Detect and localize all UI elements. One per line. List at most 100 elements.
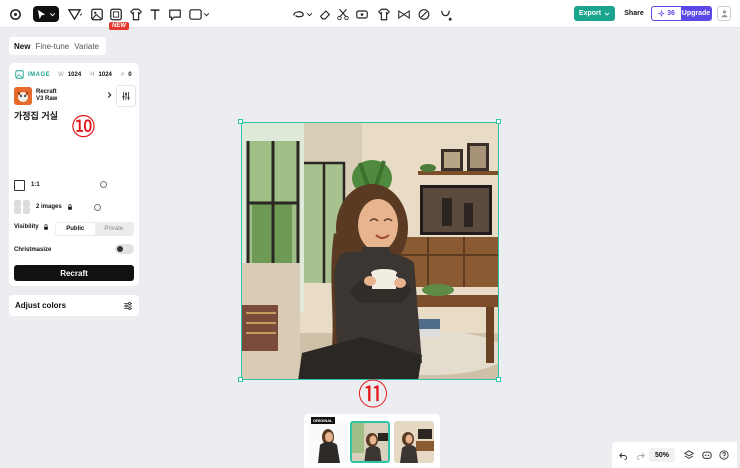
undo-button[interactable]	[617, 448, 629, 462]
sliders-icon	[123, 301, 133, 310]
model-name-line1: Recraft	[36, 89, 57, 95]
resize-handle-top-right[interactable]	[496, 119, 501, 124]
christmasize-label: Christmasize	[14, 247, 52, 253]
brush-icon	[418, 8, 430, 20]
community-button[interactable]	[701, 448, 713, 462]
home-icon[interactable]	[7, 0, 23, 28]
credits-counter[interactable]: 36	[652, 7, 681, 20]
pointer-icon	[37, 9, 46, 19]
tab-fine-tune[interactable]: Fine-tune	[35, 42, 69, 51]
image-count-value: 2 images	[36, 204, 62, 210]
frame-icon	[110, 8, 122, 20]
sliders-icon	[122, 91, 130, 101]
tab-variate[interactable]: Variate	[74, 42, 99, 51]
image-count-selector[interactable]: 2 images	[14, 200, 73, 214]
model-selector[interactable]: Recraft V3 Raw	[14, 85, 112, 107]
original-tag: ORIGINAL	[311, 417, 335, 424]
resize-handle-bottom-left[interactable]	[238, 377, 243, 382]
model-name-line2: V3 Raw	[36, 96, 58, 102]
seed-value[interactable]: 0	[128, 72, 131, 78]
comment-tool-button[interactable]	[168, 0, 182, 28]
height-value[interactable]: 1024	[99, 72, 112, 78]
adjust-colors-button[interactable]: Adjust colors	[9, 295, 139, 316]
layers-icon	[684, 450, 694, 459]
thumbnail-variation-1[interactable]	[350, 421, 390, 463]
thumbnail-original[interactable]	[308, 421, 348, 463]
scissors-tool-button[interactable]	[336, 0, 350, 28]
canvas-controls: 50%	[612, 442, 737, 468]
model-thumbnail	[14, 87, 32, 105]
help-icon	[719, 450, 729, 460]
tab-new[interactable]: New	[14, 42, 30, 51]
redo-button[interactable]	[634, 448, 646, 462]
aspect-square-icon	[14, 179, 25, 191]
help-button[interactable]	[718, 448, 730, 462]
frame-select-icon	[189, 8, 202, 20]
annotation-marker-10: ⑩	[70, 110, 97, 145]
seed-key: #	[120, 71, 125, 78]
user-icon	[721, 10, 727, 18]
export-button[interactable]: Export	[574, 6, 615, 21]
frame-tool-button[interactable]	[187, 0, 211, 28]
zoom-level[interactable]: 50%	[649, 448, 675, 462]
vectorize-tool-button[interactable]	[355, 0, 369, 28]
height-key: H	[90, 71, 95, 78]
text-tool-button[interactable]	[148, 0, 162, 28]
visibility-private-option[interactable]: Private	[95, 223, 134, 235]
scissors-icon	[337, 8, 349, 20]
adjust-colors-label: Adjust colors	[15, 301, 67, 310]
image-icon	[15, 70, 24, 79]
text-icon	[150, 8, 160, 20]
living-room-photo	[242, 123, 498, 379]
resize-handle-bottom-right[interactable]	[496, 377, 501, 382]
image-count-icon	[14, 200, 31, 214]
model-settings-button[interactable]	[116, 85, 136, 107]
canvas-image[interactable]	[241, 122, 499, 380]
thumbnail-variation-2[interactable]	[394, 421, 434, 463]
chevron-down-icon	[306, 12, 313, 16]
image-tool-button[interactable]	[90, 0, 104, 28]
discord-icon	[702, 451, 712, 459]
shirt-icon	[377, 8, 391, 20]
lock-icon	[43, 224, 48, 230]
chevron-down-icon	[203, 12, 210, 16]
recraft-button[interactable]: Recraft	[14, 265, 134, 281]
top-toolbar: NEW Export Share 36 Upgrade	[0, 0, 740, 30]
type-label: IMAGE	[28, 71, 51, 78]
image-icon	[91, 8, 103, 20]
prompt-input[interactable]: 가정집 거실	[14, 109, 58, 122]
user-avatar[interactable]	[717, 6, 731, 21]
width-value[interactable]: 1024	[68, 72, 81, 78]
select-tool-button[interactable]	[33, 6, 59, 22]
mockup-tool-button[interactable]	[129, 0, 143, 28]
lasso-tool-button[interactable]	[290, 0, 314, 28]
sparkle-icon	[658, 10, 665, 17]
mode-tabs: New Fine-tune Variate	[9, 37, 106, 55]
aspect-ratio-value: 1:1	[31, 182, 40, 188]
style-tool-button[interactable]	[417, 0, 431, 28]
visibility-public-option[interactable]: Public	[56, 223, 95, 235]
vector-tool-button[interactable]	[63, 0, 85, 28]
vectorize-icon	[356, 9, 368, 19]
visibility-row: Visibility	[14, 224, 49, 230]
mockup-edit-button[interactable]	[397, 0, 411, 28]
magic-tool-button[interactable]	[437, 0, 453, 28]
resize-handle-top-left[interactable]	[238, 119, 243, 124]
tshirt-icon	[129, 8, 143, 20]
image-count-radio[interactable]	[94, 204, 101, 211]
model-name: Recraft V3 Raw	[36, 89, 103, 103]
image-settings-header: IMAGE W 1024 H 1024 # 0	[15, 70, 132, 79]
lock-icon	[67, 204, 72, 210]
christmasize-toggle[interactable]	[115, 244, 134, 254]
magic-wand-icon	[440, 10, 452, 21]
upgrade-button[interactable]: Upgrade	[681, 7, 711, 20]
upscale-tool-button[interactable]	[377, 0, 391, 28]
aspect-ratio-selector[interactable]: 1:1	[14, 177, 110, 193]
share-button[interactable]: Share	[621, 6, 647, 21]
layers-button[interactable]	[683, 448, 695, 462]
visibility-toggle: Public Private	[55, 222, 134, 236]
aspect-ratio-radio[interactable]	[100, 181, 107, 188]
redo-icon	[636, 452, 645, 460]
export-label: Export	[578, 10, 602, 17]
eraser-tool-button[interactable]	[318, 0, 332, 28]
